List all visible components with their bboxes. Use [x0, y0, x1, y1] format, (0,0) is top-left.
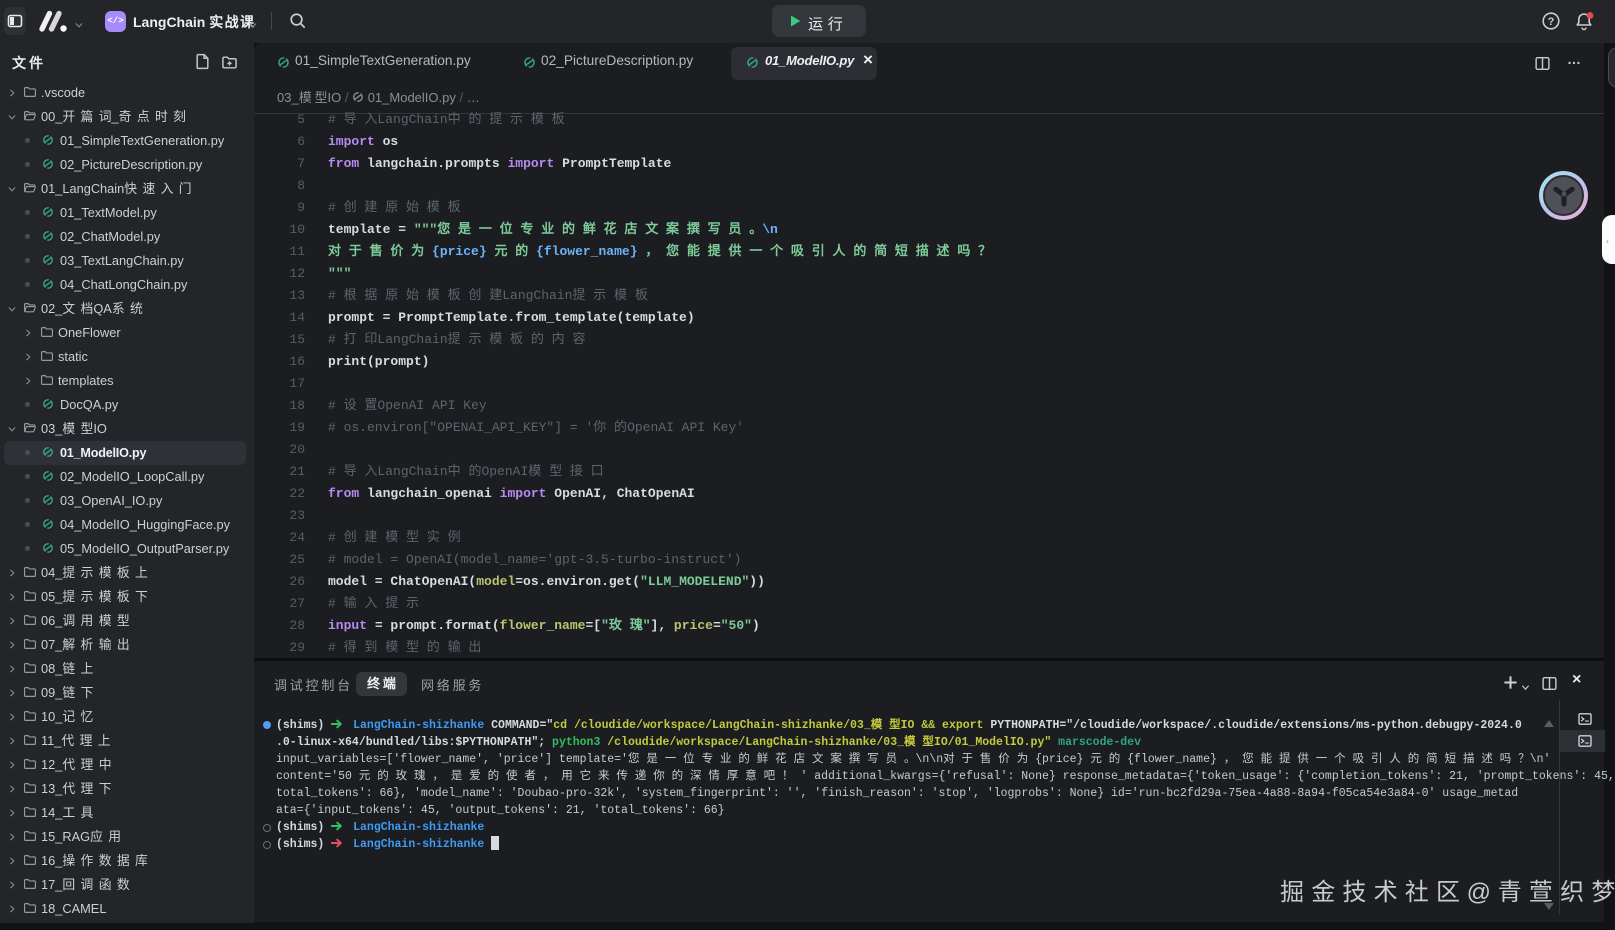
svg-text:?: ? — [1548, 16, 1555, 28]
